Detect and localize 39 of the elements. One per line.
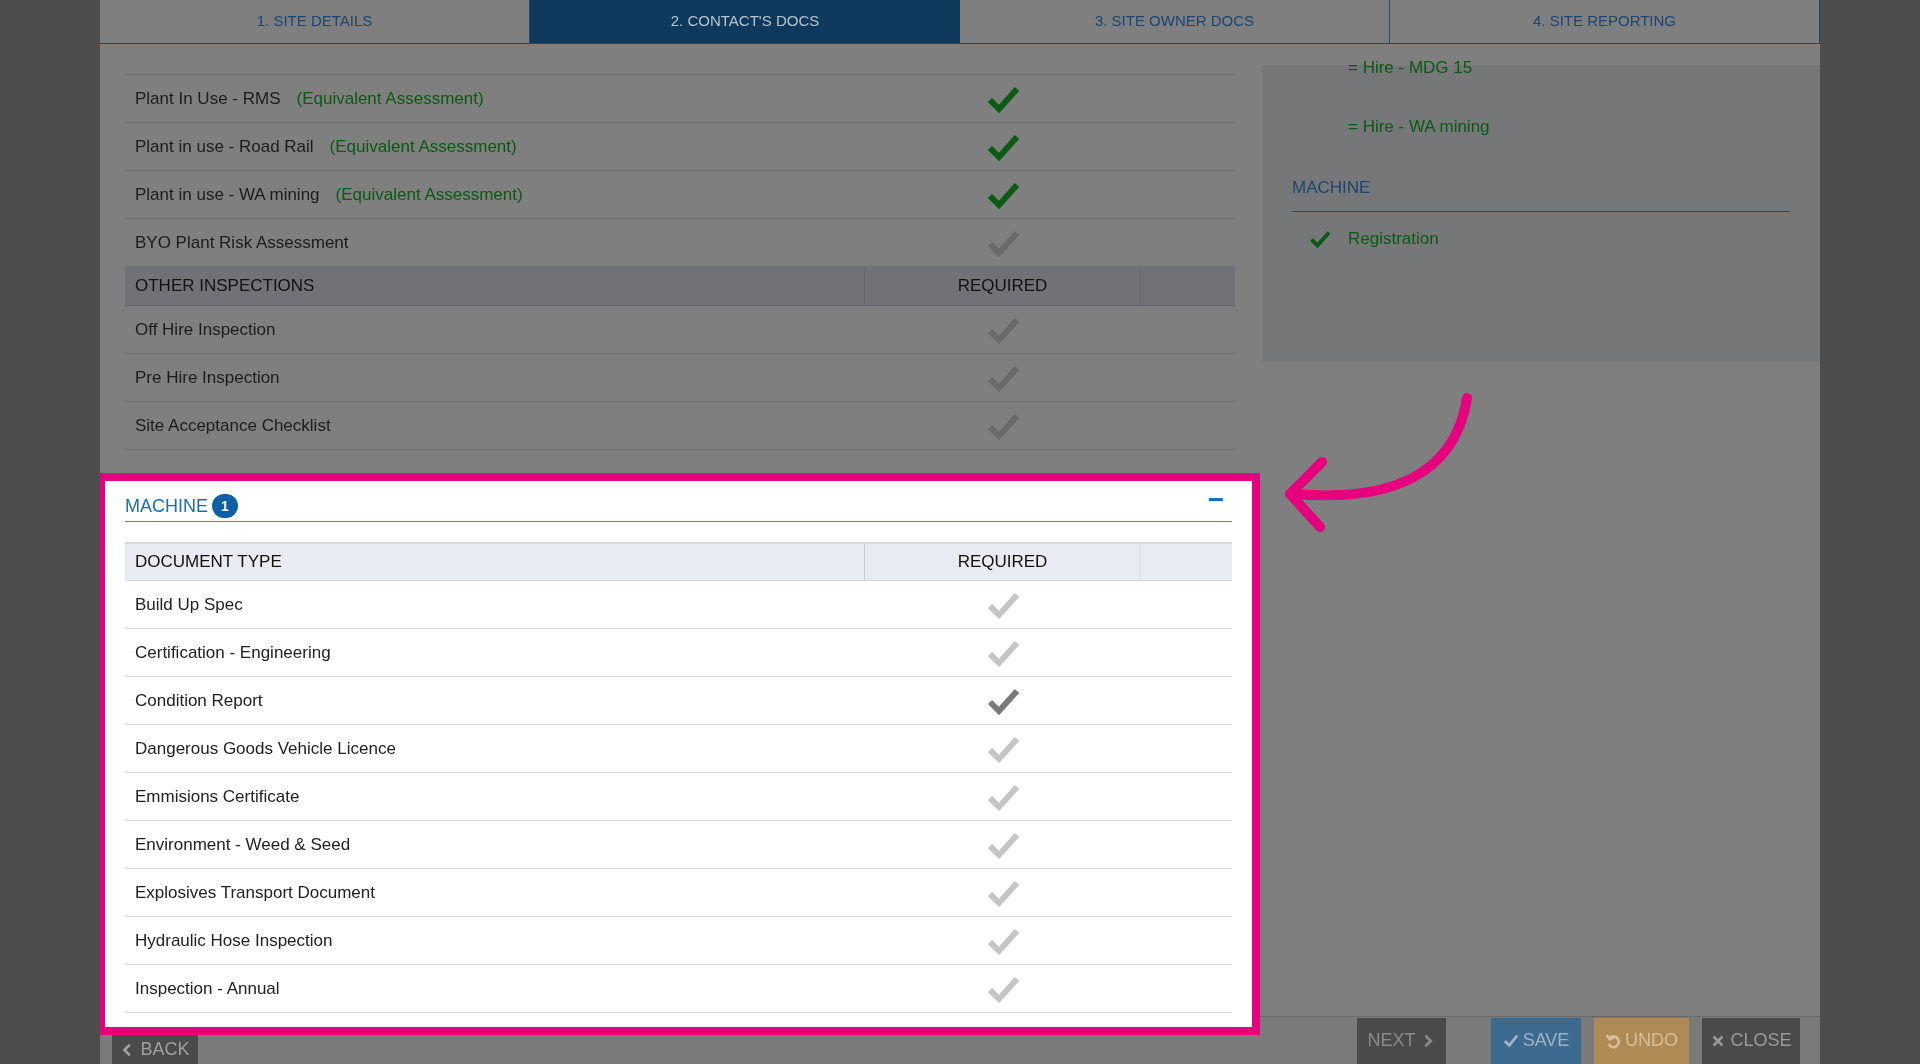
- tab[interactable]: 4. SITE REPORTING: [1390, 0, 1820, 43]
- collapse-button[interactable]: −: [1207, 486, 1224, 514]
- undo-icon: [1605, 1031, 1621, 1050]
- document-name: Inspection - Annual: [134, 977, 281, 1000]
- equivalent-note: (Equivalent Assessment): [329, 135, 517, 158]
- close-button[interactable]: CLOSE: [1702, 1017, 1800, 1064]
- panel-item: = Hire - MDG 15: [1348, 57, 1473, 80]
- next-button[interactable]: NEXT: [1357, 1017, 1446, 1064]
- document-name: Condition Report: [134, 689, 264, 712]
- tab[interactable]: 3. SITE OWNER DOCS: [960, 0, 1390, 43]
- document-name: Pre Hire Inspection: [135, 366, 280, 389]
- save-button[interactable]: SAVE: [1491, 1017, 1581, 1064]
- document-name: Site Acceptance Checklist: [135, 414, 331, 437]
- document-name: Build Up Spec: [134, 593, 244, 616]
- panel-heading: MACHINE: [1292, 175, 1790, 212]
- undo-button[interactable]: UNDO: [1594, 1017, 1689, 1064]
- back-button[interactable]: BACK: [112, 1035, 198, 1064]
- document-name: Certification - Engineering: [134, 641, 332, 664]
- document-name: Explosives Transport Document: [134, 881, 376, 904]
- panel-item: = Hire - WA mining: [1348, 116, 1490, 139]
- document-name: Hydraulic Hose Inspection: [134, 929, 334, 952]
- column-header: OTHER INSPECTIONS: [125, 267, 865, 305]
- document-name: Dangerous Goods Vehicle Licence: [134, 737, 397, 760]
- document-name: Plant in use - Road Rail: [135, 135, 314, 158]
- document-name: Off Hire Inspection: [135, 318, 276, 341]
- document-name: Plant In Use - RMS: [135, 87, 281, 110]
- section-title: MACHINE: [125, 494, 208, 518]
- column-header: DOCUMENT TYPE: [125, 544, 865, 580]
- document-name: BYO Plant Risk Assessment: [135, 231, 349, 254]
- document-name: Plant in use - WA mining: [135, 183, 320, 206]
- document-name: Environment - Weed & Seed: [134, 833, 352, 856]
- column-header: REQUIRED: [865, 267, 1141, 305]
- equivalent-note: (Equivalent Assessment): [296, 87, 484, 110]
- tab[interactable]: 2. CONTACT'S DOCS: [530, 0, 960, 43]
- panel-item: Registration: [1348, 227, 1439, 250]
- document-name: Emmisions Certificate: [134, 785, 301, 808]
- equivalent-note: (Equivalent Assessment): [335, 183, 523, 206]
- count-badge: 1: [212, 494, 238, 518]
- column-header: REQUIRED: [865, 544, 1141, 580]
